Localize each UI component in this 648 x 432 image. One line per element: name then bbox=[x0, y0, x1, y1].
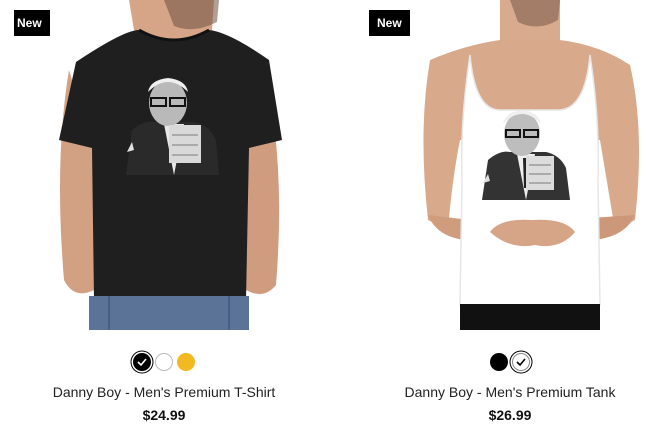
swatch-white[interactable] bbox=[155, 353, 173, 371]
swatch-black[interactable] bbox=[133, 353, 151, 371]
print-graphic-tshirt bbox=[124, 75, 219, 175]
product-image-tank[interactable]: New bbox=[360, 0, 648, 330]
product-price: $26.99 bbox=[488, 407, 532, 423]
new-badge: New bbox=[369, 10, 410, 36]
new-badge: New bbox=[14, 10, 50, 36]
product-price: $24.99 bbox=[142, 407, 186, 423]
check-icon bbox=[516, 358, 526, 367]
product-card-tank[interactable]: New Danny Boy - Men's Premium Tank $26.9… bbox=[360, 0, 648, 432]
product-image-tshirt[interactable]: New bbox=[14, 0, 314, 330]
product-card-tshirt[interactable]: New Danny Boy - Men's Premium T-Shirt $2… bbox=[14, 0, 314, 432]
product-title[interactable]: Danny Boy - Men's Premium T-Shirt bbox=[14, 384, 314, 400]
swatch-black[interactable] bbox=[490, 353, 508, 371]
color-swatches-tank bbox=[360, 353, 648, 371]
swatch-yellow[interactable] bbox=[177, 353, 195, 371]
color-swatches-tshirt bbox=[14, 353, 314, 371]
product-title[interactable]: Danny Boy - Men's Premium Tank bbox=[360, 384, 648, 400]
swatch-white[interactable] bbox=[512, 353, 530, 371]
check-icon bbox=[137, 358, 147, 367]
